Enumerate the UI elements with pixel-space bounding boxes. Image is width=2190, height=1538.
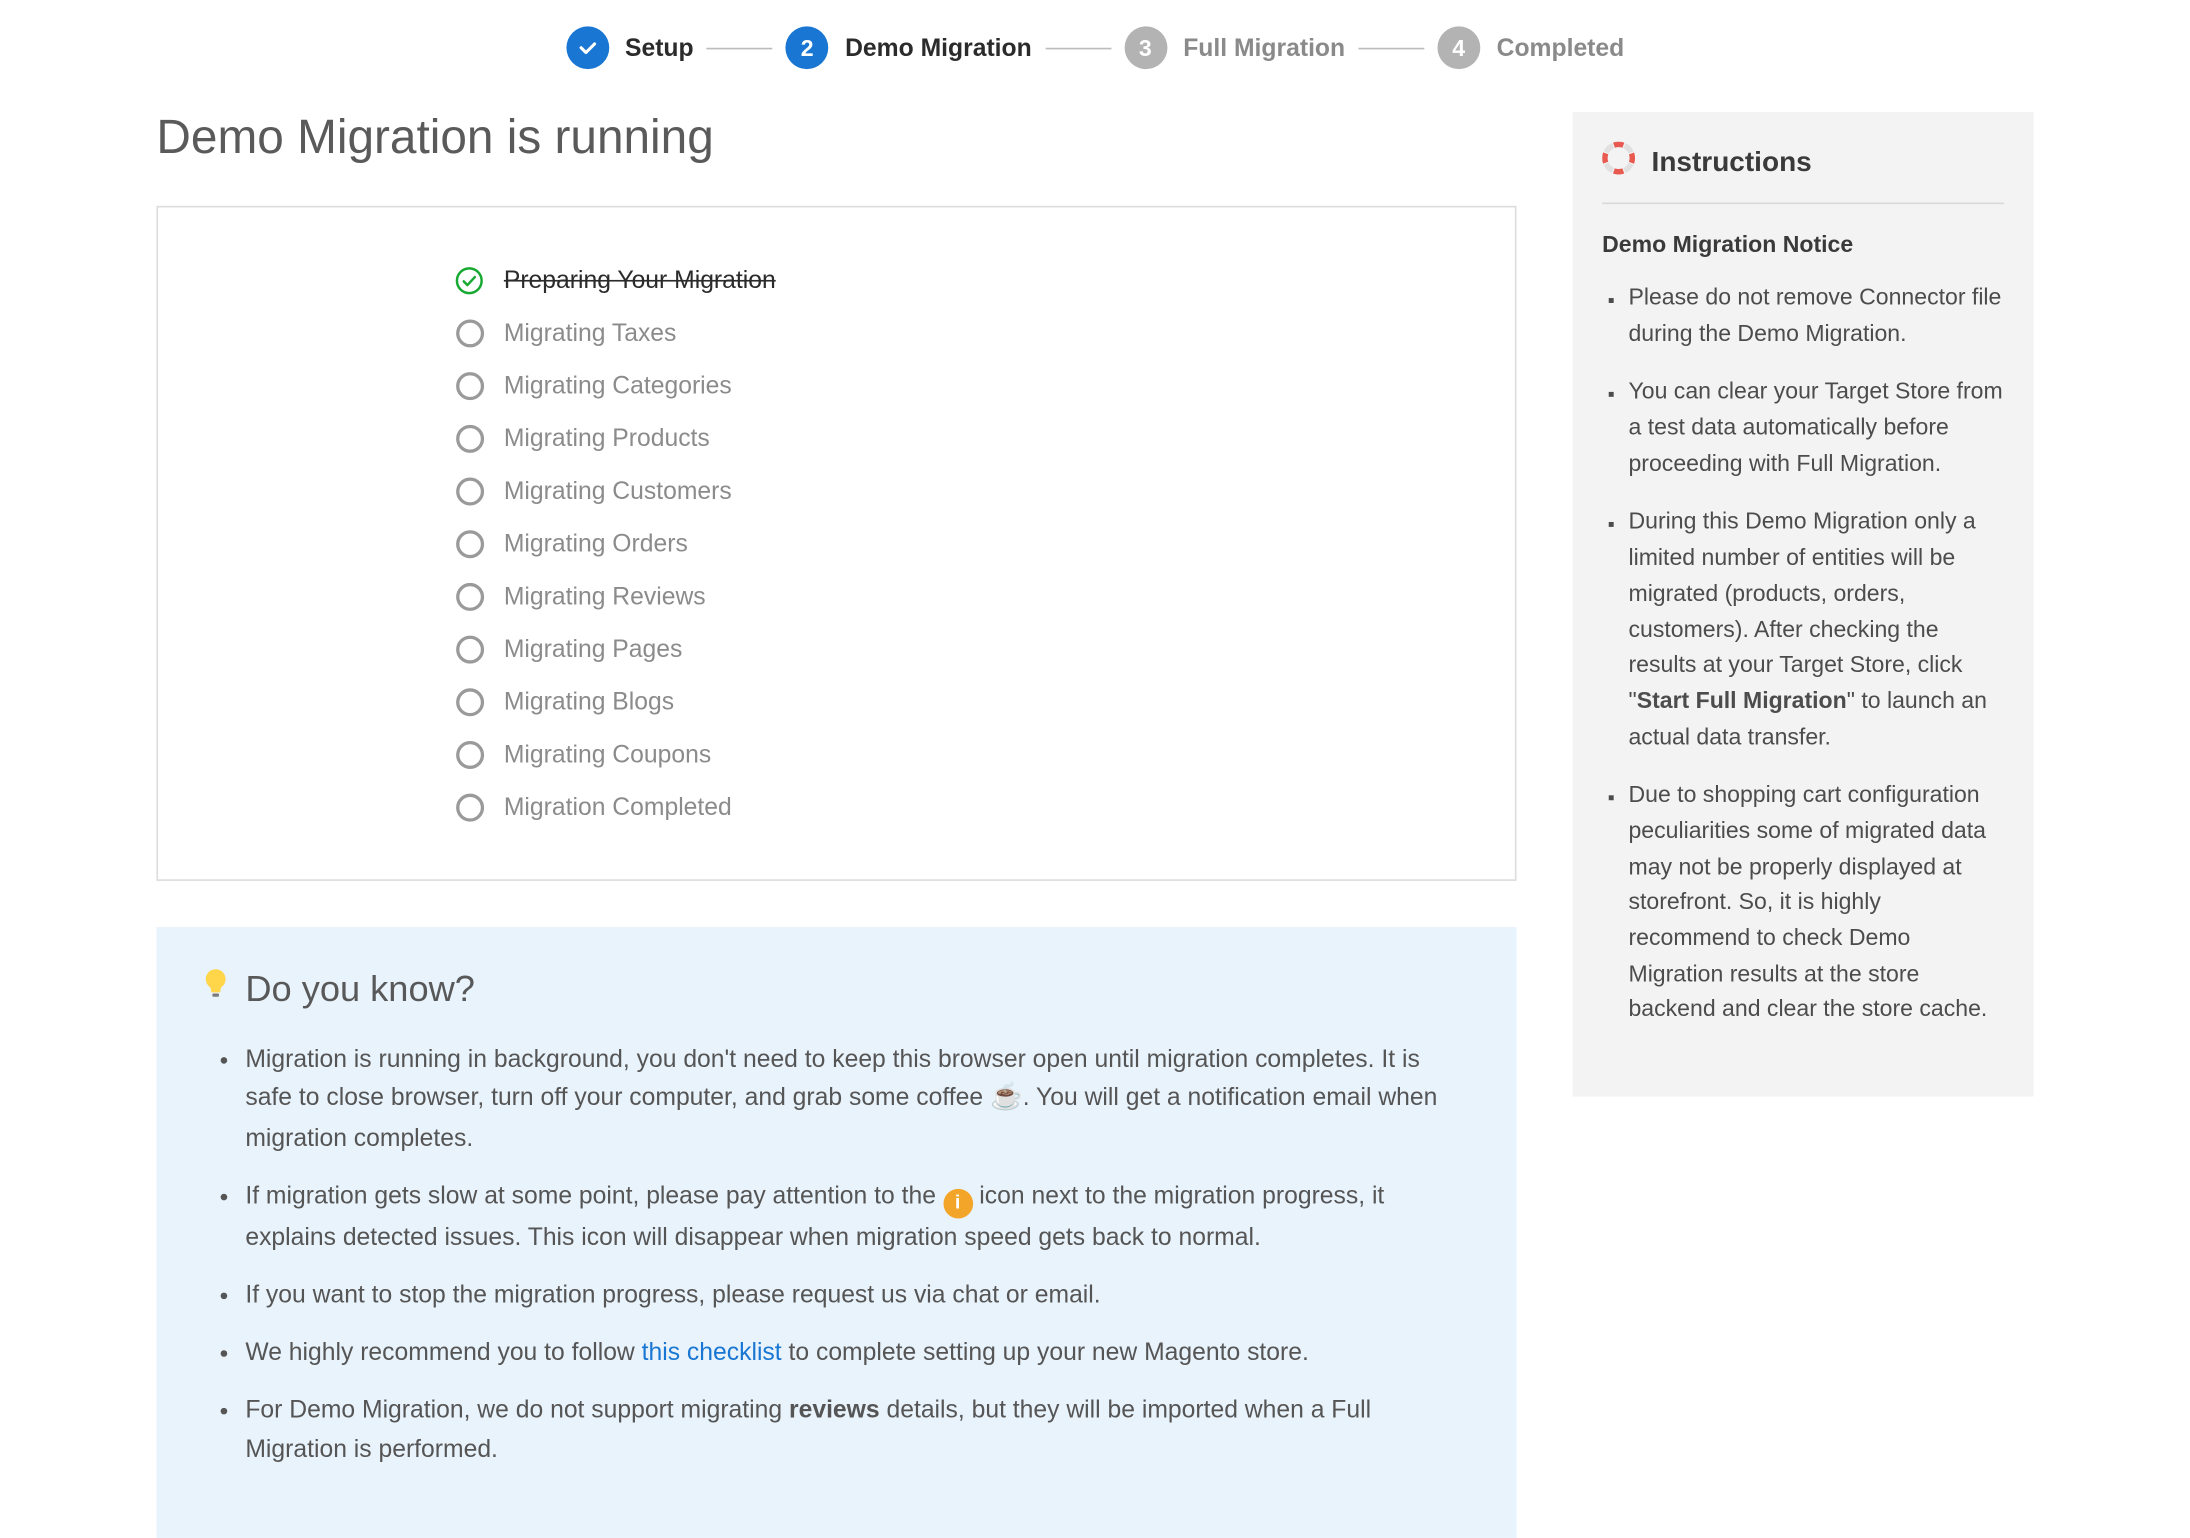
- info-icon: i: [943, 1188, 973, 1218]
- progress-label: Migrating Categories: [504, 371, 732, 399]
- tip-strong: reviews: [789, 1397, 880, 1425]
- tip-item: We highly recommend you to follow this c…: [245, 1334, 1470, 1372]
- circle-icon: [454, 581, 484, 611]
- lightbulb-icon: [203, 967, 229, 1011]
- circle-icon: [454, 687, 484, 717]
- step-label: Full Migration: [1183, 34, 1345, 62]
- tips-title: Do you know?: [245, 967, 475, 1010]
- tip-item: If migration gets slow at some point, pl…: [245, 1178, 1470, 1256]
- tip-text: to complete setting up your new Magento …: [782, 1339, 1309, 1367]
- step-number-badge: 3: [1124, 26, 1167, 69]
- progress-card: Preparing Your Migration Migrating Taxes…: [156, 206, 1516, 881]
- step-demo-migration[interactable]: 2 Demo Migration: [786, 26, 1032, 69]
- instruction-strong: Start Full Migration: [1637, 686, 1847, 712]
- progress-item-coupons: Migrating Coupons: [454, 728, 1465, 781]
- progress-label: Migrating Taxes: [504, 319, 677, 347]
- step-connector: [1045, 47, 1111, 49]
- progress-item-products: Migrating Products: [454, 412, 1465, 465]
- instruction-text: Due to shopping cart configuration pecul…: [1628, 781, 1987, 1022]
- step-number-badge: 2: [786, 26, 829, 69]
- instruction-text: You can clear your Target Store from a t…: [1628, 378, 2002, 476]
- circle-icon: [454, 529, 484, 559]
- tips-panel: Do you know? Migration is running in bac…: [156, 927, 1516, 1538]
- step-setup[interactable]: Setup: [566, 26, 694, 69]
- page-title: Demo Migration is running: [156, 112, 1516, 166]
- instruction-text: Please do not remove Connector file duri…: [1628, 283, 2001, 345]
- tip-text: If migration gets slow at some point, pl…: [245, 1183, 942, 1211]
- instruction-item: Please do not remove Connector file duri…: [1628, 280, 2003, 351]
- circle-icon: [454, 634, 484, 664]
- step-completed[interactable]: 4 Completed: [1437, 26, 1624, 69]
- stepper: Setup 2 Demo Migration 3 Full Migration …: [0, 0, 2190, 112]
- step-label: Completed: [1497, 34, 1625, 62]
- coffee-icon: ☕: [990, 1084, 1023, 1112]
- life-ring-icon: [1602, 142, 1635, 183]
- instruction-text: During this Demo Migration only a limite…: [1628, 508, 1975, 713]
- progress-item-categories: Migrating Categories: [454, 359, 1465, 412]
- circle-icon: [454, 792, 484, 822]
- instructions-subtitle: Demo Migration Notice: [1602, 231, 2004, 257]
- instruction-item: During this Demo Migration only a limite…: [1628, 505, 2003, 755]
- tip-text: We highly recommend you to follow: [245, 1339, 641, 1367]
- tip-item: Migration is running in background, you …: [245, 1041, 1470, 1158]
- instruction-item: Due to shopping cart configuration pecul…: [1628, 778, 2003, 1028]
- step-number-badge: 4: [1437, 26, 1480, 69]
- progress-item-orders: Migrating Orders: [454, 517, 1465, 570]
- check-icon: [566, 26, 609, 69]
- check-circle-icon: [454, 265, 484, 295]
- instruction-item: You can clear your Target Store from a t…: [1628, 374, 2003, 481]
- circle-icon: [454, 423, 484, 453]
- tip-text: If you want to stop the migration progre…: [245, 1281, 1100, 1309]
- progress-item-pages: Migrating Pages: [454, 622, 1465, 675]
- tip-item: If you want to stop the migration progre…: [245, 1276, 1470, 1314]
- circle-icon: [454, 739, 484, 769]
- progress-label: Migrating Pages: [504, 635, 683, 663]
- instructions-card: Instructions Demo Migration Notice Pleas…: [1573, 112, 2034, 1097]
- step-full-migration[interactable]: 3 Full Migration: [1124, 26, 1345, 69]
- progress-label: Migrating Coupons: [504, 740, 711, 768]
- progress-label: Migrating Reviews: [504, 582, 706, 610]
- progress-label: Migrating Products: [504, 424, 710, 452]
- circle-icon: [454, 318, 484, 348]
- progress-item-reviews: Migrating Reviews: [454, 570, 1465, 623]
- progress-label: Migrating Customers: [504, 477, 732, 505]
- step-connector: [1358, 47, 1424, 49]
- progress-label: Migrating Orders: [504, 529, 688, 557]
- tip-text: For Demo Migration, we do not support mi…: [245, 1397, 789, 1425]
- progress-item-blogs: Migrating Blogs: [454, 675, 1465, 728]
- instructions-title: Instructions: [1652, 146, 1812, 179]
- instructions-list: Please do not remove Connector file duri…: [1602, 280, 2004, 1028]
- tips-list: Migration is running in background, you …: [203, 1041, 1471, 1469]
- progress-label: Preparing Your Migration: [504, 266, 776, 294]
- step-label: Setup: [625, 34, 694, 62]
- progress-label: Migrating Blogs: [504, 687, 674, 715]
- checklist-link[interactable]: this checklist: [642, 1339, 782, 1367]
- progress-item-customers: Migrating Customers: [454, 464, 1465, 517]
- progress-label: Migration Completed: [504, 793, 732, 821]
- progress-item-preparing: Preparing Your Migration: [454, 254, 1465, 307]
- tip-item: For Demo Migration, we do not support mi…: [245, 1392, 1470, 1469]
- circle-icon: [454, 476, 484, 506]
- progress-item-taxes: Migrating Taxes: [454, 306, 1465, 359]
- step-connector: [707, 47, 773, 49]
- progress-item-completed: Migration Completed: [454, 780, 1465, 833]
- step-label: Demo Migration: [845, 34, 1032, 62]
- circle-icon: [454, 370, 484, 400]
